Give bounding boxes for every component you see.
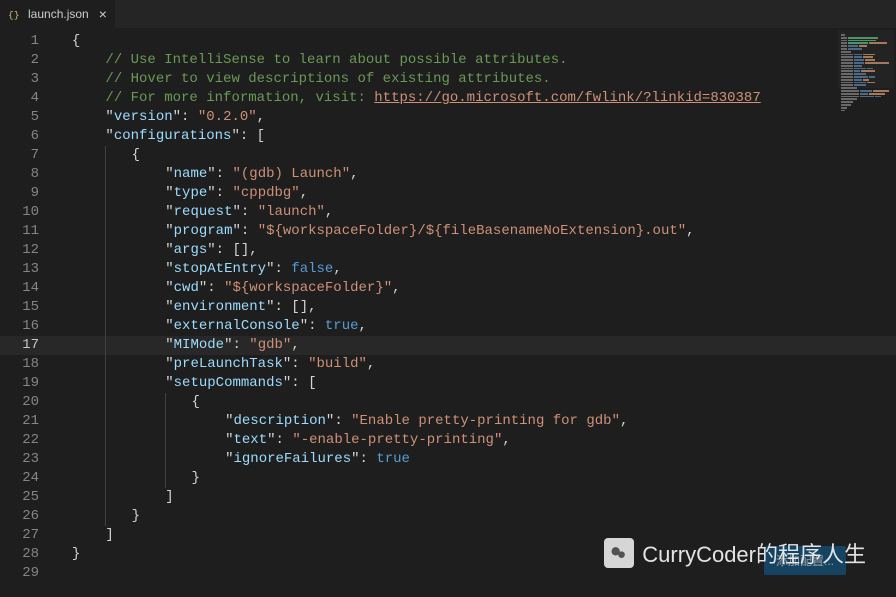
line-number: 11: [0, 222, 39, 241]
code-line[interactable]: "ignoreFailures": true: [55, 450, 896, 469]
code-line[interactable]: {: [55, 32, 896, 51]
code-line[interactable]: }: [55, 507, 896, 526]
code-line[interactable]: "configurations": [: [55, 127, 896, 146]
line-number: 28: [0, 545, 39, 564]
line-number: 25: [0, 488, 39, 507]
line-number: 4: [0, 89, 39, 108]
tab-filename: launch.json: [28, 7, 89, 21]
line-number: 17: [0, 336, 39, 355]
line-number: 6: [0, 127, 39, 146]
code-line[interactable]: "program": "${workspaceFolder}/${fileBas…: [55, 222, 896, 241]
line-number: 7: [0, 146, 39, 165]
code-line[interactable]: "type": "cppdbg",: [55, 184, 896, 203]
line-number: 24: [0, 469, 39, 488]
code-line[interactable]: "MIMode": "gdb",: [55, 336, 896, 355]
line-number: 5: [0, 108, 39, 127]
code-line[interactable]: {: [55, 393, 896, 412]
code-line[interactable]: ]: [55, 526, 896, 545]
line-number: 1: [0, 32, 39, 51]
line-number: 22: [0, 431, 39, 450]
line-number: 12: [0, 241, 39, 260]
code-line[interactable]: // Use IntelliSense to learn about possi…: [55, 51, 896, 70]
code-content[interactable]: { // Use IntelliSense to learn about pos…: [55, 28, 896, 597]
code-line[interactable]: ]: [55, 488, 896, 507]
code-line[interactable]: "setupCommands": [: [55, 374, 896, 393]
code-line[interactable]: "environment": [],: [55, 298, 896, 317]
line-number: 20: [0, 393, 39, 412]
line-number: 29: [0, 564, 39, 583]
code-line[interactable]: "version": "0.2.0",: [55, 108, 896, 127]
line-number: 13: [0, 260, 39, 279]
line-number: 8: [0, 165, 39, 184]
code-line[interactable]: "externalConsole": true,: [55, 317, 896, 336]
docs-link[interactable]: https://go.microsoft.com/fwlink/?linkid=…: [374, 90, 760, 106]
code-line[interactable]: "args": [],: [55, 241, 896, 260]
line-number: 16: [0, 317, 39, 336]
minimap[interactable]: [838, 30, 894, 88]
line-number: 10: [0, 203, 39, 222]
line-number: 27: [0, 526, 39, 545]
close-tab-icon[interactable]: ×: [99, 6, 107, 22]
line-number: 21: [0, 412, 39, 431]
line-number: 19: [0, 374, 39, 393]
code-line[interactable]: {: [55, 146, 896, 165]
code-line[interactable]: "stopAtEntry": false,: [55, 260, 896, 279]
code-line[interactable]: // Hover to view descriptions of existin…: [55, 70, 896, 89]
line-number-gutter: 1234567891011121314151617181920212223242…: [0, 28, 55, 597]
json-file-icon: {}: [8, 7, 22, 21]
line-number: 23: [0, 450, 39, 469]
line-number: 15: [0, 298, 39, 317]
code-line[interactable]: "cwd": "${workspaceFolder}",: [55, 279, 896, 298]
code-line[interactable]: "request": "launch",: [55, 203, 896, 222]
add-configuration-button[interactable]: 添加配置...: [764, 546, 846, 575]
tab-bar: {} launch.json ×: [0, 0, 896, 28]
line-number: 9: [0, 184, 39, 203]
code-line[interactable]: "text": "-enable-pretty-printing",: [55, 431, 896, 450]
line-number: 14: [0, 279, 39, 298]
file-tab[interactable]: {} launch.json ×: [0, 0, 115, 28]
line-number: 18: [0, 355, 39, 374]
line-number: 2: [0, 51, 39, 70]
code-line[interactable]: "name": "(gdb) Launch",: [55, 165, 896, 184]
svg-text:{}: {}: [8, 10, 20, 21]
line-number: 3: [0, 70, 39, 89]
line-number: 26: [0, 507, 39, 526]
code-line[interactable]: }: [55, 469, 896, 488]
code-line[interactable]: "description": "Enable pretty-printing f…: [55, 412, 896, 431]
editor[interactable]: 1234567891011121314151617181920212223242…: [0, 28, 896, 597]
code-line[interactable]: "preLaunchTask": "build",: [55, 355, 896, 374]
code-line[interactable]: // For more information, visit: https://…: [55, 89, 896, 108]
